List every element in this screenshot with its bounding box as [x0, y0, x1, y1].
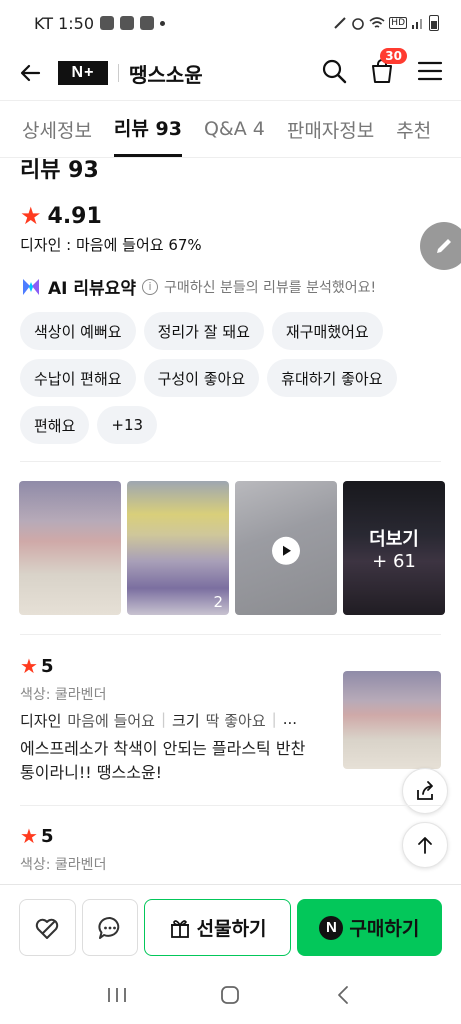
gift-button[interactable]: 선물하기: [144, 899, 291, 956]
info-icon[interactable]: i: [141, 278, 158, 295]
search-button[interactable]: [321, 58, 347, 88]
status-bar: KT 1:50 HD: [0, 0, 461, 46]
more-notifications-icon: [160, 20, 166, 26]
review-photo-strip: 2 더보기 + 61: [19, 481, 445, 615]
write-review-button[interactable]: [420, 222, 461, 270]
app-notification-icon: [140, 16, 155, 30]
gallery-notification-icon: [100, 16, 115, 30]
review-score: ★ 5: [20, 824, 441, 848]
tab-reviews[interactable]: 리뷰 93: [113, 101, 182, 157]
more-tags: ...: [282, 710, 297, 728]
average-rating: ★ 4.91: [20, 202, 102, 230]
mute-icon: [334, 17, 347, 29]
keyword-chip[interactable]: 편해요: [20, 406, 90, 444]
tag-divider: |: [271, 710, 277, 728]
review-option: 색상: 쿨라벤더: [20, 857, 107, 873]
keyword-chip[interactable]: 색상이 예뻐요: [20, 312, 136, 350]
more-photos-label: 더보기: [369, 528, 419, 550]
hd-icon: HD: [389, 17, 407, 29]
keyword-chip-more[interactable]: +13: [97, 406, 158, 444]
ai-summary-header: AI 리뷰요약 i 구매하신 분들의 리뷰를 분석했어요!: [20, 274, 376, 299]
ai-summary-title: AI 리뷰요약: [48, 279, 136, 299]
review-heading: 리뷰 93: [20, 158, 99, 183]
ai-summary-description: 구매하신 분들의 리뷰를 분석했어요!: [163, 279, 377, 296]
tag-value: 딱 좋아요: [205, 712, 266, 730]
photo-count: 2: [213, 593, 223, 611]
buy-button[interactable]: N 구매하기: [296, 899, 442, 956]
buy-label: 구매하기: [349, 918, 420, 940]
system-back-button[interactable]: [333, 984, 355, 1010]
gift-label: 선물하기: [196, 918, 267, 940]
purchase-bar: 선물하기 N 구매하기: [0, 884, 461, 970]
tag-label: 디자인: [20, 712, 62, 730]
keyword-chip[interactable]: 구성이 좋아요: [143, 359, 260, 397]
heart-icon: [36, 918, 59, 939]
cart-count-badge: 30: [380, 48, 407, 64]
store-name[interactable]: 땡스소윤: [129, 59, 203, 88]
chat-bubble-icon: [98, 916, 120, 939]
star-icon: ★: [20, 202, 42, 230]
naver-pay-icon: N: [319, 915, 344, 940]
tab-seller-info[interactable]: 판매자정보: [287, 101, 374, 157]
gift-icon: [170, 919, 189, 938]
review-photo[interactable]: [19, 481, 121, 615]
review-photo[interactable]: 2: [127, 481, 229, 615]
wishlist-button[interactable]: [19, 899, 76, 956]
play-icon: [272, 536, 300, 565]
home-icon: [221, 986, 240, 1004]
review-score-value: 5: [40, 825, 54, 847]
system-nav-bar: [0, 970, 461, 1024]
tab-qna[interactable]: Q&A 4: [204, 101, 265, 157]
tag-divider: |: [160, 710, 167, 728]
home-button[interactable]: [219, 984, 241, 1010]
review-thumbnail[interactable]: [343, 671, 441, 769]
share-button[interactable]: [402, 768, 448, 814]
tag-label: 크기: [172, 712, 200, 730]
review-item[interactable]: ★ 5 색상: 쿨라벤더: [20, 824, 441, 874]
signal-icon: [412, 19, 422, 29]
chevron-left-icon: [338, 986, 349, 1004]
cart-button[interactable]: 30: [369, 48, 407, 88]
alarm-icon: [352, 18, 365, 30]
section-divider: [20, 805, 441, 806]
star-icon: ★: [20, 824, 38, 848]
hamburger-menu-icon: [417, 61, 443, 81]
review-text: 에스프레소가 착색이 안되는 플라스틱 반찬통이라니!! 땡스소윤!: [20, 739, 306, 782]
more-photos-button[interactable]: 더보기 + 61: [343, 481, 445, 615]
recent-apps-button[interactable]: [106, 985, 128, 1009]
rating-value: 4.91: [47, 203, 102, 229]
battery-icon: [429, 15, 439, 31]
star-icon: ★: [20, 654, 38, 678]
keyword-chip[interactable]: 재구매했어요: [271, 312, 383, 350]
section-divider: [20, 634, 441, 635]
review-score-value: 5: [40, 655, 54, 677]
share-icon: [417, 781, 433, 800]
more-photos-count: + 61: [372, 550, 416, 572]
review-video[interactable]: [235, 481, 337, 615]
keyword-chip[interactable]: 정리가 잘 돼요: [143, 312, 264, 350]
design-satisfaction: 디자인 : 마음에 들어요 67%: [20, 236, 202, 254]
wifi-icon: [369, 17, 385, 28]
tab-recommend[interactable]: 추천: [396, 101, 431, 157]
keyword-chip[interactable]: 수납이 편해요: [20, 359, 136, 397]
review-keyword-chips: 색상이 예뻐요 정리가 잘 돼요 재구매했어요 수납이 편해요 구성이 좋아요 …: [20, 312, 450, 444]
back-button[interactable]: [18, 60, 44, 86]
talk-notification-icon: [120, 16, 135, 30]
product-tabs: 상세정보 리뷰 93 Q&A 4 판매자정보 추천: [0, 100, 461, 158]
status-time: KT 1:50: [34, 13, 95, 33]
menu-button[interactable]: [417, 60, 443, 86]
naver-plus-logo[interactable]: N+: [58, 61, 108, 85]
section-divider: [20, 461, 441, 462]
talk-button[interactable]: [81, 899, 139, 956]
ai-sparkle-icon: [23, 278, 39, 295]
tab-details[interactable]: 상세정보: [22, 101, 92, 157]
pencil-icon: [437, 239, 451, 253]
header-divider: [118, 64, 119, 82]
tag-value: 마음에 들어요: [67, 712, 155, 730]
keyword-chip[interactable]: 휴대하기 좋아요: [267, 359, 397, 397]
recent-apps-icon: [107, 988, 126, 1002]
arrow-left-icon: [20, 64, 41, 82]
app-header: N+ 땡스소윤 30: [0, 46, 461, 100]
search-icon: [322, 59, 347, 84]
